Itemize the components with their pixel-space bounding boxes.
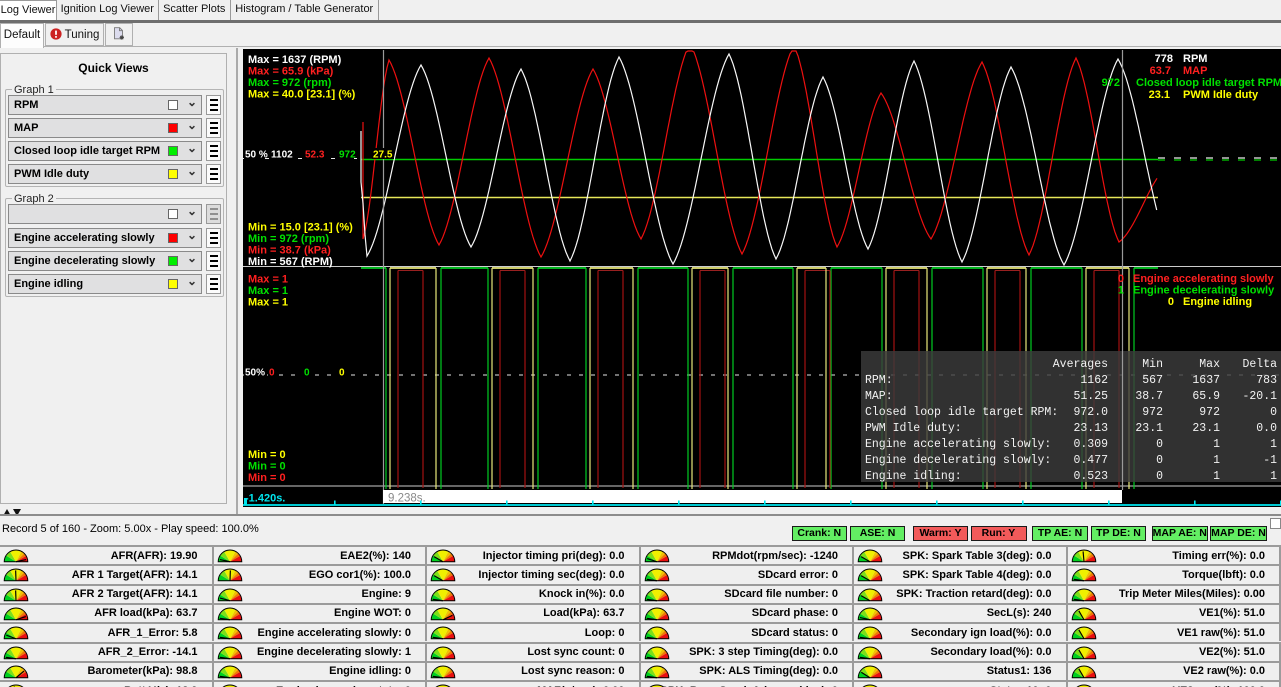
svg-text:1: 1 [1270,470,1277,483]
svg-text:Min = 0: Min = 0 [248,449,286,461]
svg-text:Max = 1637 (RPM): Max = 1637 (RPM) [248,54,342,66]
svg-text:Engine idling: Engine idling [1183,296,1252,308]
svg-text:Delta: Delta [1242,358,1277,371]
svg-text:MAP: MAP [1183,65,1207,77]
svg-text:Engine decelerating slowly: Engine decelerating slowly [1133,285,1275,297]
svg-text:65.9: 65.9 [1192,390,1220,403]
svg-text:0: 0 [304,368,310,379]
svg-text:Min = 972 (rpm): Min = 972 (rpm) [248,233,329,245]
svg-text:RPM:: RPM: [865,374,893,387]
svg-text:972: 972 [1102,77,1120,89]
svg-text:Min = 567 (RPM): Min = 567 (RPM) [248,256,333,268]
svg-text:Engine accelerating slowly: Engine accelerating slowly [1133,273,1274,285]
svg-text:Max = 40.0 [23.1] (%): Max = 40.0 [23.1] (%) [248,89,356,101]
svg-text:972.0: 972.0 [1073,406,1108,419]
svg-text:Averages: Averages [1053,358,1108,371]
svg-text:1637: 1637 [1192,374,1220,387]
svg-text:1: 1 [1118,285,1124,297]
svg-text:Engine idling:: Engine idling: [865,470,962,483]
svg-text:Max: Max [1199,358,1220,371]
svg-text:23.1: 23.1 [1149,89,1170,101]
svg-text:23.1: 23.1 [1135,422,1163,435]
svg-text:Engine accelerating slowly:: Engine accelerating slowly: [865,438,1051,451]
svg-text:PWM Idle duty:: PWM Idle duty: [865,422,962,435]
svg-text:51.25: 51.25 [1073,390,1108,403]
svg-text:Min = 0: Min = 0 [248,472,286,484]
svg-text:RPM: RPM [1183,53,1207,65]
svg-text:Max = 972 (rpm): Max = 972 (rpm) [248,77,332,89]
svg-text:0: 0 [1156,454,1163,467]
svg-text:38.7: 38.7 [1135,390,1163,403]
svg-text:0.309: 0.309 [1073,438,1108,451]
svg-text:Max = 1: Max = 1 [248,297,288,309]
svg-text:1: 1 [1213,470,1220,483]
svg-text:50 %: 50 % [245,150,268,161]
svg-text:0: 0 [1270,406,1277,419]
svg-text:1162: 1162 [1080,374,1108,387]
svg-text:972: 972 [1142,406,1163,419]
svg-text:0.523: 0.523 [1073,470,1108,483]
svg-text:-1.420s.: -1.420s. [245,493,285,505]
svg-text:0: 0 [339,368,345,379]
svg-text:1: 1 [1270,438,1277,451]
svg-text:52.3: 52.3 [305,150,325,161]
svg-text:Closed loop idle target RPM: Closed loop idle target RPM [1136,77,1281,89]
svg-text:0: 0 [269,368,275,379]
svg-text:783: 783 [1256,374,1277,387]
svg-text:567: 567 [1142,374,1163,387]
svg-text:Max = 65.9 (kPa): Max = 65.9 (kPa) [248,66,334,78]
svg-text:Closed loop idle target RPM:: Closed loop idle target RPM: [865,406,1058,419]
svg-text:0: 0 [1118,273,1124,285]
svg-text:Max = 1: Max = 1 [248,285,288,297]
svg-text:-20.1: -20.1 [1242,390,1277,403]
svg-text:-1: -1 [1263,454,1277,467]
svg-text:Engine decelerating slowly:: Engine decelerating slowly: [865,454,1051,467]
svg-text:Min = 0: Min = 0 [248,461,286,473]
svg-text:1: 1 [1213,438,1220,451]
svg-text:0.477: 0.477 [1073,454,1108,467]
svg-text:0.0: 0.0 [1256,422,1277,435]
svg-text:Max = 1: Max = 1 [248,274,288,286]
svg-text:0: 0 [1156,438,1163,451]
svg-text:PWM Idle duty: PWM Idle duty [1183,89,1259,101]
svg-text:Min = 38.7 (kPa): Min = 38.7 (kPa) [248,245,331,257]
svg-text:23.1: 23.1 [1192,422,1220,435]
svg-text:972: 972 [1199,406,1220,419]
svg-text:MAP:: MAP: [865,390,893,403]
svg-text:1: 1 [1213,454,1220,467]
svg-text:27.5: 27.5 [373,150,393,161]
svg-text:0: 0 [1156,470,1163,483]
svg-text:63.7: 63.7 [1150,65,1171,77]
svg-text:972: 972 [339,150,356,161]
svg-text:50%: 50% [245,368,265,379]
svg-text:778: 778 [1155,53,1173,65]
svg-text:Min = 15.0 [23.1] (%): Min = 15.0 [23.1] (%) [248,222,353,234]
svg-text:1102: 1102 [271,150,293,161]
svg-text:0: 0 [1168,296,1174,308]
svg-text:Min: Min [1142,358,1163,371]
svg-text:23.13: 23.13 [1073,422,1108,435]
